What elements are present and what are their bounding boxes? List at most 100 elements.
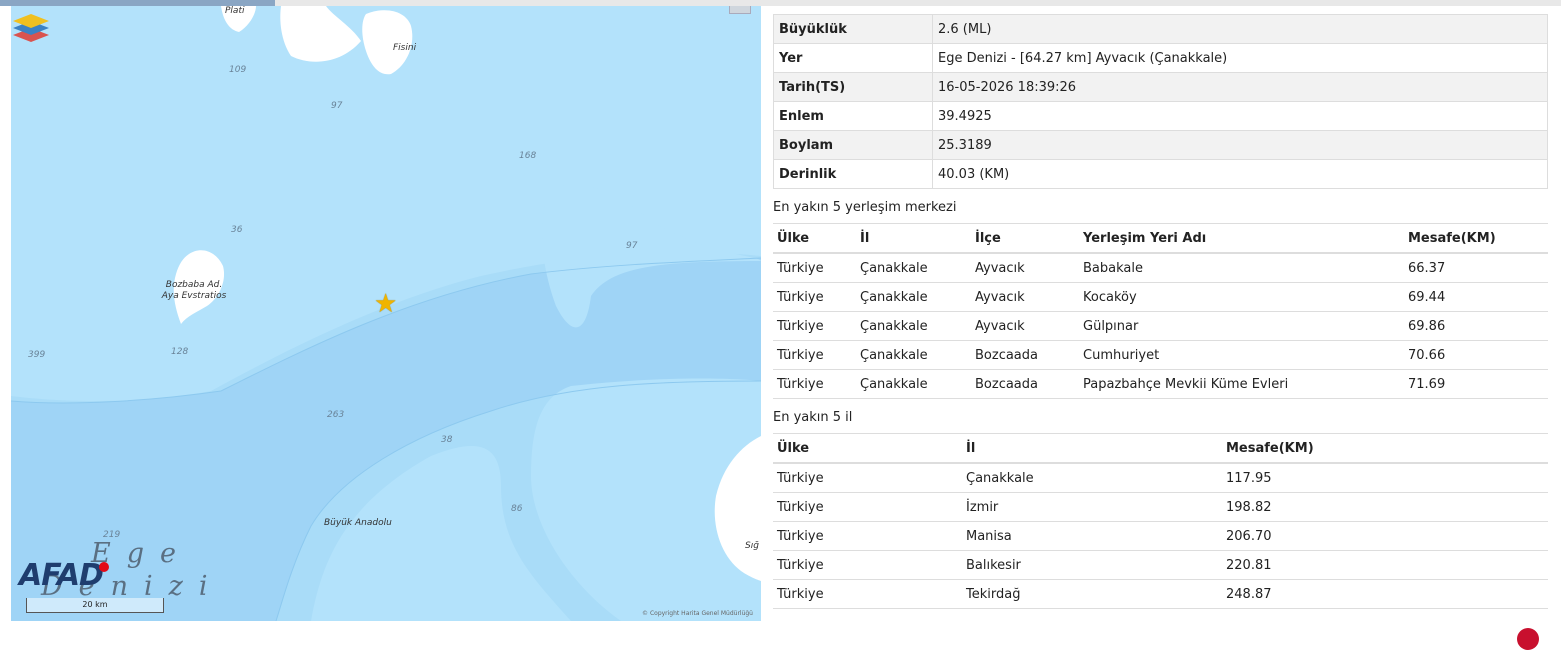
table-cell: 248.87 — [1222, 579, 1548, 609]
table-cell: Türkiye — [773, 521, 962, 551]
map-copyright: © Copyright Harita Genel Müdürlüğü — [642, 610, 753, 617]
afad-logo-text: AFAD — [19, 558, 104, 593]
afad-logo: AFAD — [19, 558, 109, 593]
table-cell: Ayvacık — [971, 253, 1079, 283]
zoom-control-tab[interactable] — [729, 6, 751, 14]
table-cell: Bozcaada — [971, 340, 1079, 370]
depth-label: 399 — [28, 350, 46, 360]
column-header: İl — [856, 223, 971, 254]
provinces-section-title: En yakın 5 il — [773, 410, 853, 425]
depth-label: 86 — [511, 504, 523, 514]
table-cell: Manisa — [962, 521, 1222, 551]
table-cell: 66.37 — [1404, 253, 1548, 283]
earthquake-details-panel: Büyüklük 2.6 (ML) Yer Ege Denizi - [64.27 k… — [773, 14, 1548, 609]
table-cell: Türkiye — [773, 340, 856, 370]
table-cell: Türkiye — [773, 282, 856, 312]
earthquake-epicenter-star-icon[interactable]: ★ — [374, 291, 397, 317]
table-row: Türkiye Çanakkale Ayvacık Kocaköy 69.44 — [773, 282, 1548, 312]
table-cell: Çanakkale — [962, 463, 1222, 493]
table-cell: Türkiye — [773, 463, 962, 493]
scroll-to-top-button[interactable] — [1517, 628, 1539, 650]
depth-label: 263 — [327, 410, 345, 420]
table-cell: 69.86 — [1404, 311, 1548, 341]
column-header: Ülke — [773, 223, 856, 254]
table-cell: Papazbahçe Mevkii Küme Evleri — [1079, 369, 1404, 399]
table-cell: Türkiye — [773, 492, 962, 522]
info-row: Yer Ege Denizi - [64.27 km] Ayvacık (Çana… — [773, 43, 1548, 73]
table-cell: Tekirdağ — [962, 579, 1222, 609]
place-label-bozbaba-line1: Bozbaba Ad. — [165, 280, 223, 290]
info-row: Tarih(TS) 16-05-2026 18:39:26 — [773, 72, 1548, 102]
table-cell: 198.82 — [1222, 492, 1548, 522]
table-row: Türkiye Çanakkale Bozcaada Cumhuriyet 70.66 — [773, 340, 1548, 370]
info-row: Derinlik 40.03 (KM) — [773, 159, 1548, 189]
table-row: Türkiye İzmir 198.82 — [773, 492, 1548, 522]
column-header: İl — [962, 433, 1222, 464]
table-row: Türkiye Çanakkale Ayvacık Gülpınar 69.86 — [773, 311, 1548, 341]
depth-label: 38 — [441, 435, 453, 445]
info-row: Büyüklük 2.6 (ML) — [773, 14, 1548, 44]
table-cell: Türkiye — [773, 253, 856, 283]
depth-label: 168 — [519, 151, 537, 161]
table-cell: 70.66 — [1404, 340, 1548, 370]
depth-label: 36 — [231, 225, 243, 235]
info-key: Büyüklük — [773, 14, 933, 44]
layers-icon[interactable] — [11, 6, 51, 46]
place-label-plati: Plati — [225, 6, 245, 16]
table-cell: 220.81 — [1222, 550, 1548, 580]
info-key: Boylam — [773, 130, 933, 160]
column-header: Mesafe(KM) — [1404, 223, 1548, 254]
place-label-sig: Sığ — [745, 541, 759, 551]
earthquake-map[interactable]: Plati Fisini Bozbaba Ad. Aya Evstratios … — [11, 6, 761, 621]
table-cell: Türkiye — [773, 311, 856, 341]
depth-label: 109 — [229, 65, 247, 75]
settlements-table: Ülke İl İlçe Yerleşim Yeri Adı Mesafe(KM… — [773, 223, 1548, 399]
table-cell: Babakale — [1079, 253, 1404, 283]
depth-label: 128 — [171, 347, 189, 357]
settlements-section-title: En yakın 5 yerleşim merkezi — [773, 200, 957, 215]
info-row: Boylam 25.3189 — [773, 130, 1548, 160]
info-key: Enlem — [773, 101, 933, 131]
table-cell: Ayvacık — [971, 282, 1079, 312]
table-cell: Türkiye — [773, 550, 962, 580]
info-row: Enlem 39.4925 — [773, 101, 1548, 131]
place-label-bozbaba-line2: Aya Evstratios — [161, 291, 227, 301]
info-value: Ege Denizi - [64.27 km] Ayvacık (Çanakka… — [932, 43, 1548, 73]
info-key: Derinlik — [773, 159, 933, 189]
table-cell: Balıkesir — [962, 550, 1222, 580]
info-value: 2.6 (ML) — [932, 14, 1548, 44]
table-cell: Çanakkale — [856, 311, 971, 341]
table-cell: Çanakkale — [856, 340, 971, 370]
column-header: Mesafe(KM) — [1222, 433, 1548, 464]
column-header: İlçe — [971, 223, 1079, 254]
table-header-row: Ülke İl İlçe Yerleşim Yeri Adı Mesafe(KM… — [773, 223, 1548, 254]
info-value: 25.3189 — [932, 130, 1548, 160]
map-scale-bar: 20 km — [26, 598, 164, 613]
table-cell: 71.69 — [1404, 369, 1548, 399]
info-value: 39.4925 — [932, 101, 1548, 131]
table-cell: 206.70 — [1222, 521, 1548, 551]
table-cell: Bozcaada — [971, 369, 1079, 399]
table-cell: Çanakkale — [856, 369, 971, 399]
table-cell: Ayvacık — [971, 311, 1079, 341]
depth-label: 97 — [331, 101, 343, 111]
table-cell: 117.95 — [1222, 463, 1548, 493]
place-label-buyuk-anadolu: Büyük Anadolu — [324, 518, 392, 528]
table-cell: Cumhuriyet — [1079, 340, 1404, 370]
column-header: Yerleşim Yeri Adı — [1079, 223, 1404, 254]
table-cell: İzmir — [962, 492, 1222, 522]
table-row: Türkiye Balıkesir 220.81 — [773, 550, 1548, 580]
table-header-row: Ülke İl Mesafe(KM) — [773, 433, 1548, 464]
earthquake-info-table: Büyüklük 2.6 (ML) Yer Ege Denizi - [64.27 k… — [773, 14, 1548, 189]
table-cell: Çanakkale — [856, 282, 971, 312]
info-value: 16-05-2026 18:39:26 — [932, 72, 1548, 102]
table-cell: 69.44 — [1404, 282, 1548, 312]
table-cell: Çanakkale — [856, 253, 971, 283]
provinces-table: Ülke İl Mesafe(KM) Türkiye Çanakkale 117.9… — [773, 433, 1548, 609]
info-key: Tarih(TS) — [773, 72, 933, 102]
place-label-fisini: Fisini — [393, 43, 417, 53]
table-cell: Türkiye — [773, 369, 856, 399]
table-cell: Türkiye — [773, 579, 962, 609]
table-cell: Gülpınar — [1079, 311, 1404, 341]
table-row: Türkiye Çanakkale 117.95 — [773, 463, 1548, 493]
